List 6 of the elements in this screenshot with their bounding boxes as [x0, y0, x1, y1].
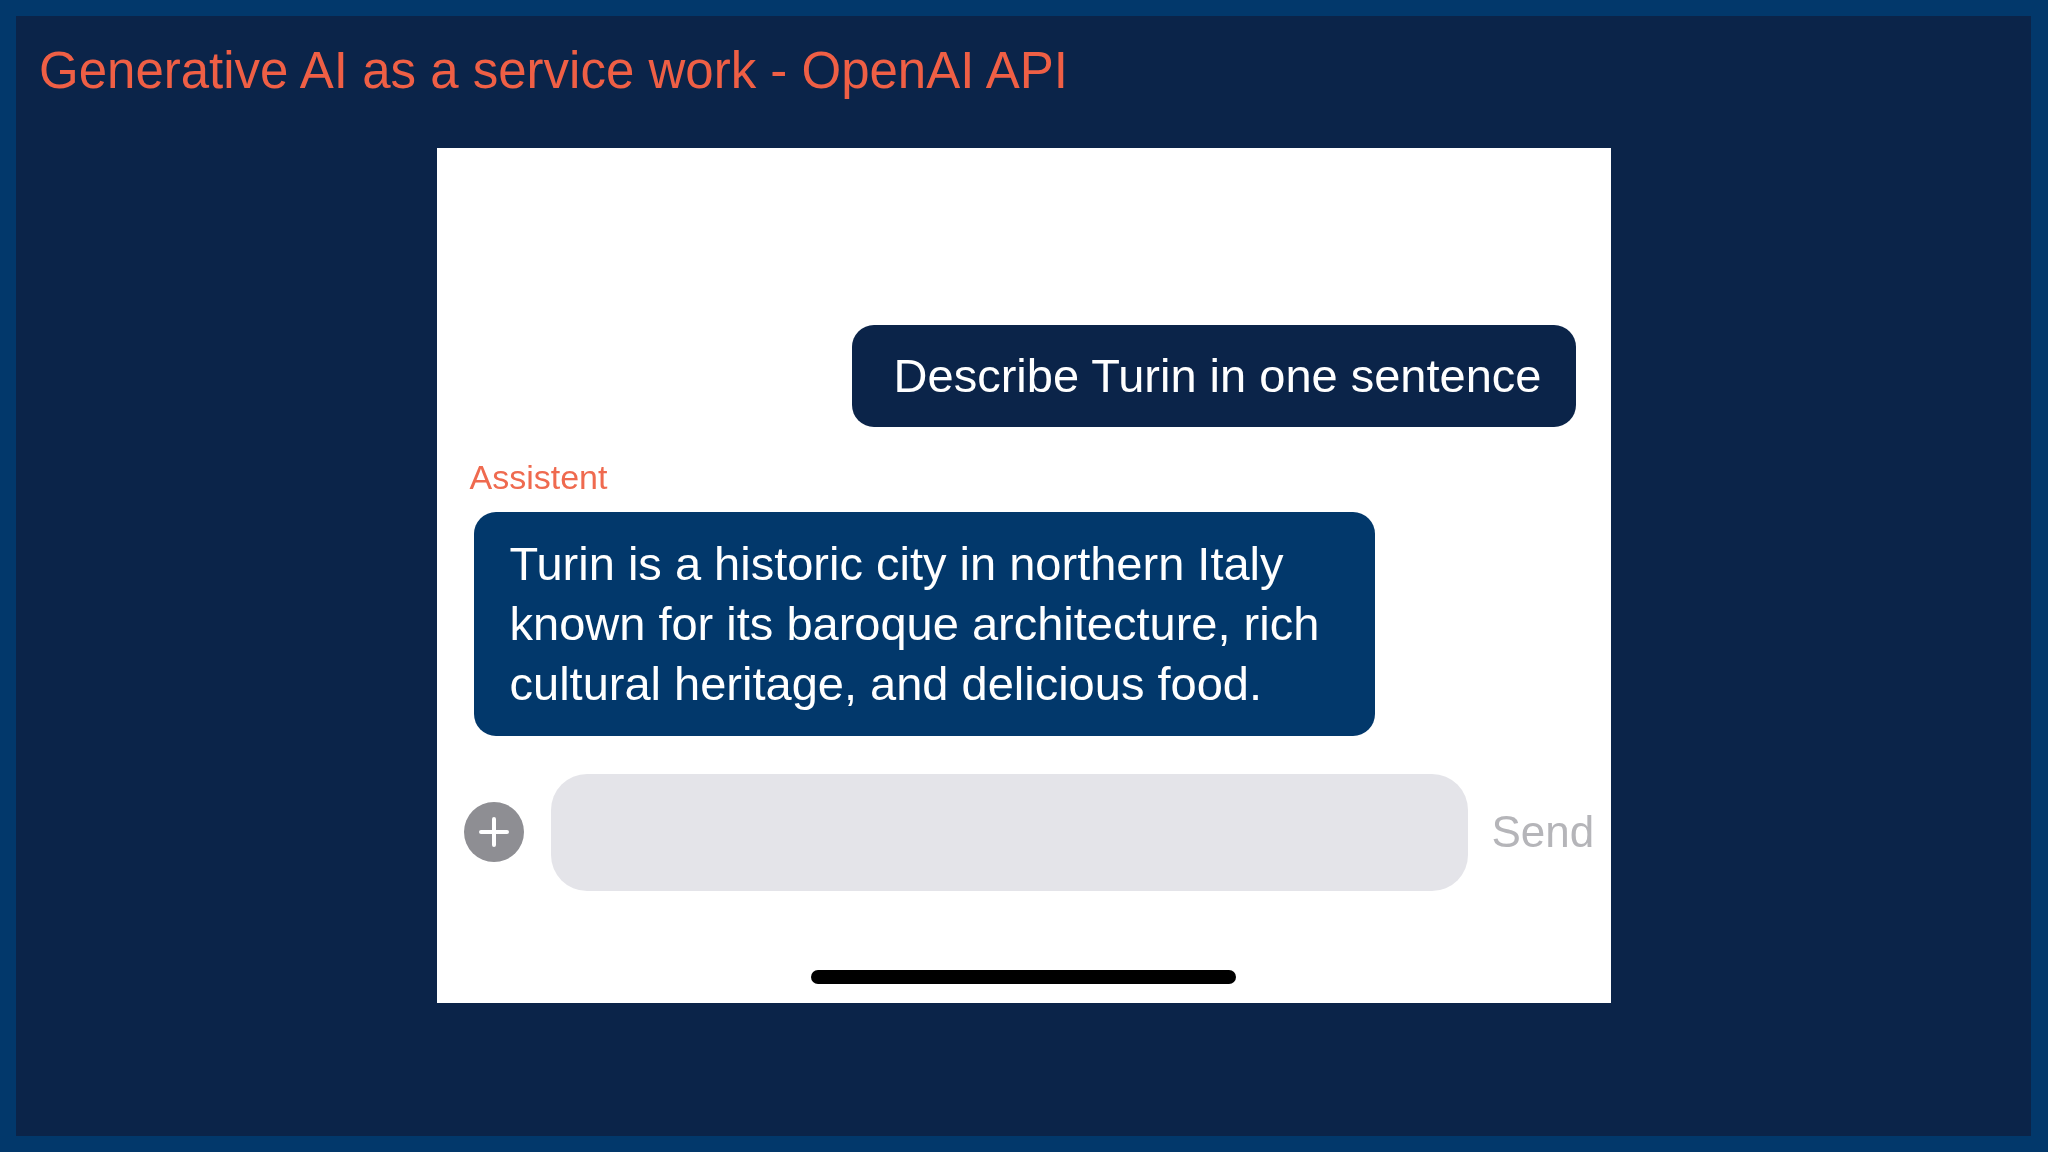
plus-icon[interactable]: [463, 802, 524, 863]
slide-title: Generative AI as a service work - OpenAI API: [39, 42, 1068, 101]
assistant-message: Turin is a historic city in northern Italy known for its baroque architecture, rich cultural heritage, and delicious food.: [473, 511, 1375, 736]
message-input[interactable]: [550, 773, 1468, 891]
sender-label: Assistent: [469, 456, 608, 497]
user-message: Describe Turin in one sentence: [851, 324, 1576, 427]
